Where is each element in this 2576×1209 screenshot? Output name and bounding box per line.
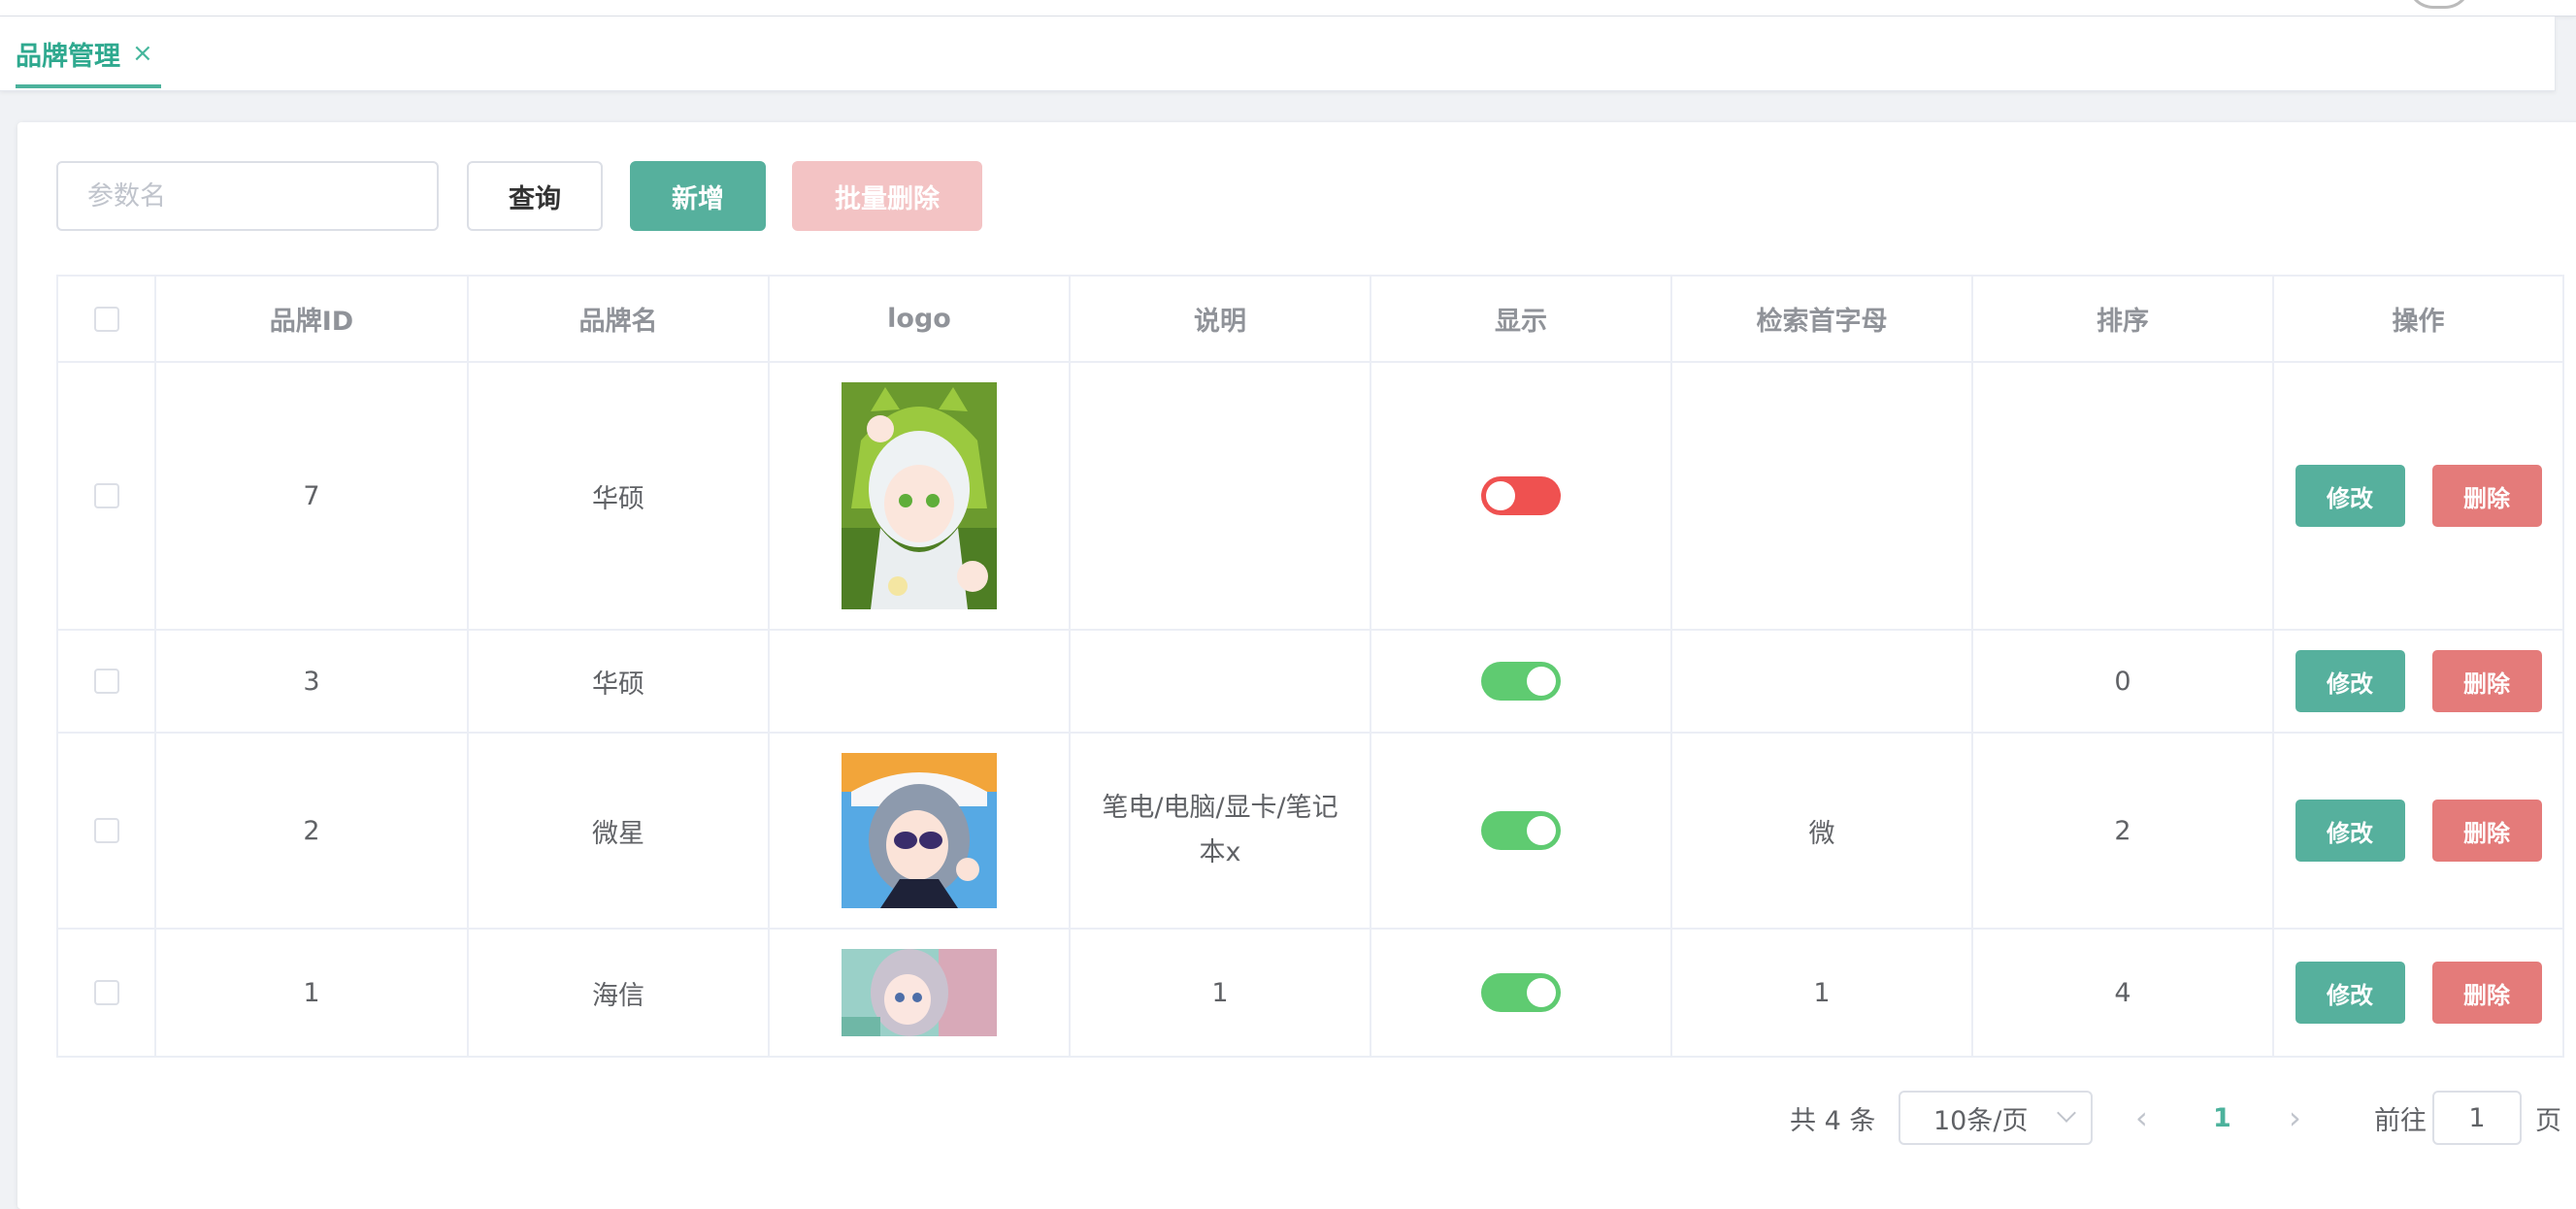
- cell-show: [1371, 734, 1672, 928]
- header-sort: 排序: [1973, 277, 2274, 361]
- table-row: 2 微星 笔电/电脑/显卡/笔记本x 微 2 修改 删除: [58, 734, 2564, 930]
- row-select-cell: [58, 631, 156, 732]
- delete-button[interactable]: 删除: [2431, 650, 2542, 712]
- edit-button[interactable]: 修改: [2295, 650, 2405, 712]
- top-header-bar: [0, 0, 2576, 16]
- header-select-cell: [58, 277, 156, 361]
- page-size-select[interactable]: 10条/页: [1899, 1091, 2093, 1145]
- cell-first-letter: [1672, 363, 1973, 629]
- cell-brand-id: 2: [156, 734, 469, 928]
- cell-actions: 修改 删除: [2274, 363, 2564, 629]
- brand-table: 品牌ID 品牌名 logo 说明 显示 检索首字母 排序 操作 7 华硕 修改 …: [56, 275, 2564, 1058]
- cell-logo: [770, 363, 1071, 629]
- row-checkbox[interactable]: [93, 669, 119, 694]
- cell-sort: 4: [1973, 930, 2274, 1056]
- header-description: 说明: [1071, 277, 1371, 361]
- toggle-knob: [1486, 481, 1515, 510]
- search-input[interactable]: [56, 161, 439, 231]
- header-show: 显示: [1371, 277, 1672, 361]
- close-icon[interactable]: ×: [132, 39, 153, 68]
- edit-button[interactable]: 修改: [2295, 465, 2405, 527]
- cell-brand-name: 海信: [469, 930, 770, 1056]
- active-tag-indicator: [16, 84, 161, 88]
- header-brand-name: 品牌名: [469, 277, 770, 361]
- cell-sort: 0: [1973, 631, 2274, 732]
- chevron-left-icon[interactable]: ‹: [2135, 1091, 2164, 1145]
- add-button[interactable]: 新增: [630, 161, 766, 231]
- table-row: 7 华硕 修改 删除: [58, 363, 2564, 631]
- delete-button[interactable]: 删除: [2431, 465, 2542, 527]
- header-first-letter: 检索首字母: [1672, 277, 1973, 361]
- cell-brand-name: 华硕: [469, 363, 770, 629]
- tag-label: 品牌管理: [16, 41, 120, 72]
- row-checkbox[interactable]: [93, 483, 119, 508]
- brand-logo-image: [842, 949, 997, 1036]
- show-toggle[interactable]: [1481, 811, 1561, 850]
- cell-sort: [1973, 363, 2274, 629]
- batch-delete-button[interactable]: 批量删除: [792, 161, 982, 231]
- cell-logo: [770, 631, 1071, 732]
- goto-label: 前往: [2374, 1105, 2427, 1136]
- cell-show: [1371, 631, 1672, 732]
- table-row: 3 华硕 0 修改 删除: [58, 631, 2564, 734]
- table-row: 1 海信 1 1 4 修改 删除: [58, 930, 2564, 1058]
- cell-actions: 修改 删除: [2274, 734, 2564, 928]
- cell-logo: [770, 930, 1071, 1056]
- tag-brand-management[interactable]: 品牌管理 ×: [16, 16, 153, 90]
- show-toggle[interactable]: [1481, 662, 1561, 701]
- brand-logo-image: [842, 753, 997, 908]
- delete-button[interactable]: 删除: [2431, 800, 2542, 862]
- header-brand-id: 品牌ID: [156, 277, 469, 361]
- goto-page-input[interactable]: 1: [2432, 1091, 2522, 1145]
- cell-actions: 修改 删除: [2274, 930, 2564, 1056]
- row-select-cell: [58, 734, 156, 928]
- pagination-total: 共 4 条: [1790, 1105, 1876, 1136]
- chevron-right-icon[interactable]: ›: [2289, 1091, 2318, 1145]
- cell-description: [1071, 631, 1371, 732]
- row-select-cell: [58, 363, 156, 629]
- cell-first-letter: [1672, 631, 1973, 732]
- toggle-knob: [1527, 667, 1556, 696]
- cell-description: 笔电/电脑/显卡/笔记本x: [1071, 734, 1371, 928]
- table-header-row: 品牌ID 品牌名 logo 说明 显示 检索首字母 排序 操作: [58, 277, 2564, 363]
- delete-button[interactable]: 删除: [2431, 962, 2542, 1024]
- user-avatar[interactable]: [2407, 0, 2471, 9]
- edit-button[interactable]: 修改: [2295, 800, 2405, 862]
- cell-show: [1371, 930, 1672, 1056]
- chevron-down-icon: [2057, 1103, 2076, 1123]
- toggle-knob: [1527, 978, 1556, 1007]
- cell-brand-name: 微星: [469, 734, 770, 928]
- toggle-knob: [1527, 816, 1556, 845]
- cell-first-letter: 微: [1672, 734, 1973, 928]
- cell-brand-id: 1: [156, 930, 469, 1056]
- cell-logo: [770, 734, 1071, 928]
- page-size-value: 10条/页: [1933, 1105, 2029, 1136]
- row-checkbox[interactable]: [93, 818, 119, 843]
- show-toggle[interactable]: [1481, 476, 1561, 515]
- page-number-current[interactable]: 1: [2213, 1091, 2231, 1145]
- edit-button[interactable]: 修改: [2295, 962, 2405, 1024]
- page-suffix-label: 页: [2535, 1105, 2561, 1136]
- description-text: 笔电/电脑/显卡/笔记本x: [1102, 793, 1338, 867]
- show-toggle[interactable]: [1481, 973, 1561, 1012]
- tags-view-bar: 品牌管理 ×: [0, 16, 2556, 91]
- brand-logo-image: [842, 382, 997, 609]
- row-select-cell: [58, 930, 156, 1056]
- cell-first-letter: 1: [1672, 930, 1973, 1056]
- cell-brand-id: 3: [156, 631, 469, 732]
- cell-actions: 修改 删除: [2274, 631, 2564, 732]
- cell-description: [1071, 363, 1371, 629]
- cell-brand-id: 7: [156, 363, 469, 629]
- cell-description: 1: [1071, 930, 1371, 1056]
- row-checkbox[interactable]: [93, 980, 119, 1005]
- header-actions: 操作: [2274, 277, 2564, 361]
- query-button[interactable]: 查询: [467, 161, 603, 231]
- cell-sort: 2: [1973, 734, 2274, 928]
- header-logo: logo: [770, 277, 1071, 361]
- select-all-checkbox[interactable]: [93, 306, 119, 332]
- cell-show: [1371, 363, 1672, 629]
- cell-brand-name: 华硕: [469, 631, 770, 732]
